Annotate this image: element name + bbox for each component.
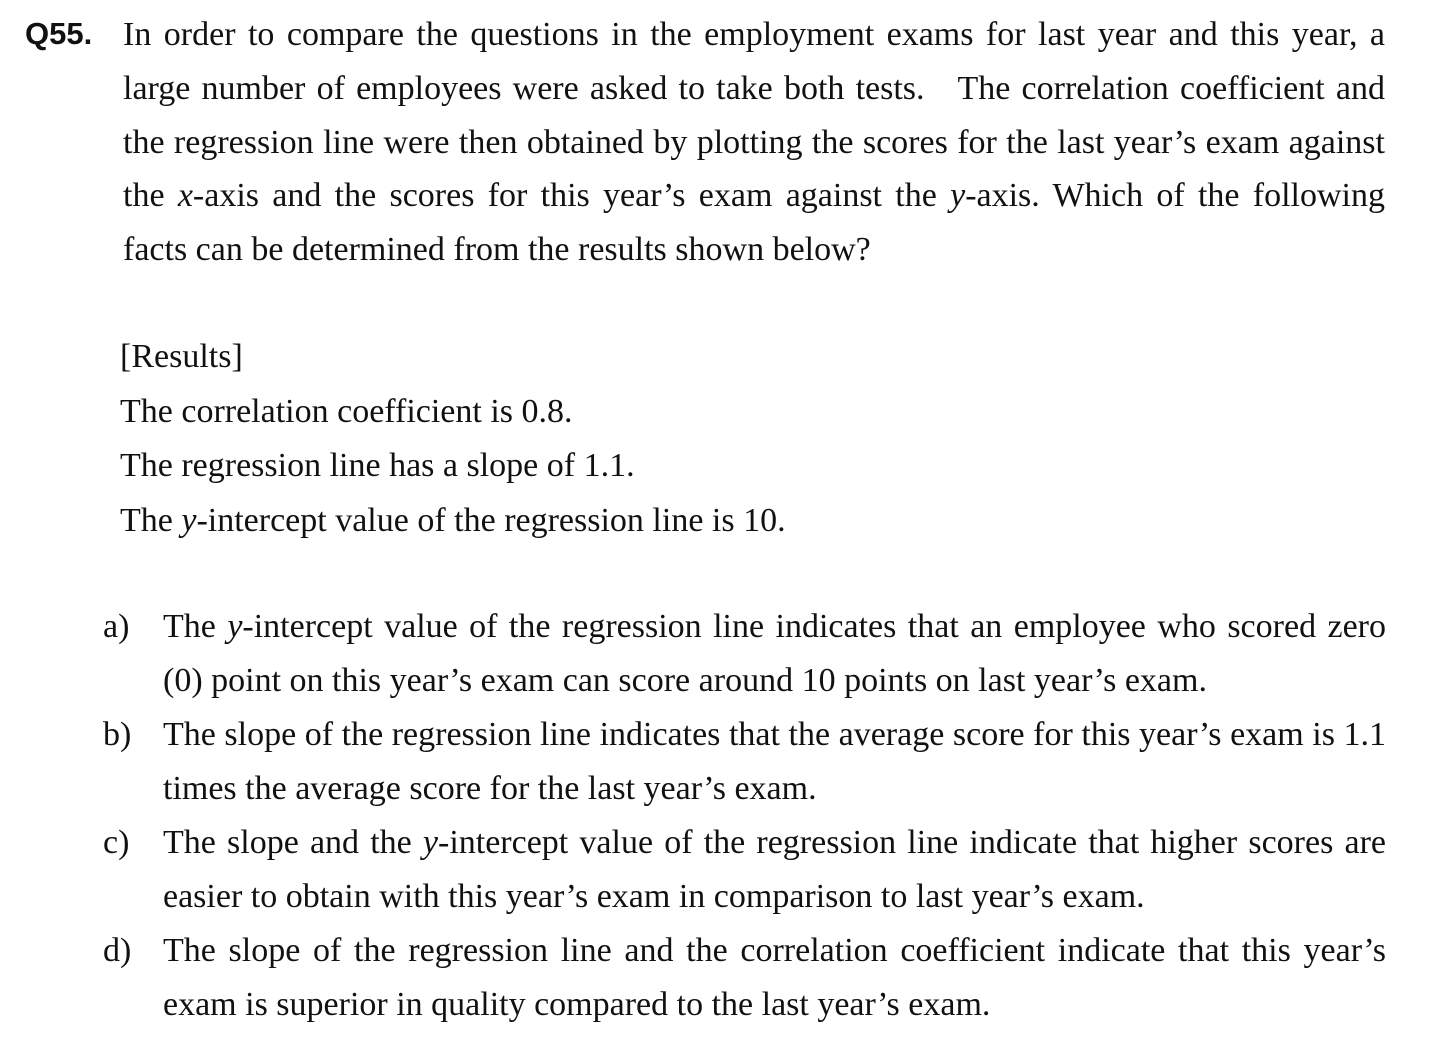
results-intercept: The y-intercept value of the regression …	[120, 494, 1120, 549]
stem-x-variable: x	[177, 177, 193, 215]
option-a-text-post: -intercept value of the regression line …	[163, 608, 1387, 699]
option-a-label: a)	[103, 608, 130, 645]
results-slope: The regression line has a slope of 1.1.	[120, 447, 635, 484]
option-a-variable: y	[227, 608, 243, 645]
results-intercept-pre: The	[120, 501, 182, 539]
option-b-text: The slope of the regression line indicat…	[163, 716, 1386, 807]
question-stem: In order to compare the questions in the…	[123, 8, 1385, 277]
answer-options: a) The y-intercept value of the regressi…	[103, 600, 1386, 1032]
results-intercept-post: -intercept value of the regression line …	[196, 501, 786, 539]
stem-y-variable: y	[950, 177, 966, 215]
option-d-label: d)	[103, 932, 132, 969]
option-a-text-pre: The	[163, 608, 228, 645]
results-block: [Results] The correlation coefficient is…	[120, 330, 1120, 548]
stem-text-2: -axis and the scores for this year’s exa…	[192, 177, 951, 215]
option-d-text: The slope of the regression line and the…	[163, 932, 1386, 1023]
option-a-text: The y-intercept value of the regression …	[163, 600, 1386, 708]
option-c-label: c)	[103, 824, 130, 861]
option-c[interactable]: c) The slope and the y-intercept value o…	[103, 816, 1386, 924]
results-heading: [Results]	[120, 338, 243, 375]
option-d[interactable]: d) The slope of the regression line and …	[103, 924, 1386, 1032]
option-b[interactable]: b) The slope of the regression line indi…	[103, 708, 1386, 816]
option-c-text: The slope and the y-intercept value of t…	[163, 816, 1386, 924]
option-a[interactable]: a) The y-intercept value of the regressi…	[103, 600, 1386, 708]
question-number: Q55.	[25, 16, 93, 51]
option-b-label: b)	[103, 716, 132, 753]
results-intercept-variable: y	[181, 501, 197, 539]
option-c-text-pre: The slope and the	[163, 824, 423, 861]
option-c-variable: y	[422, 824, 438, 861]
results-correlation: The correlation coefficient is 0.8.	[120, 392, 573, 430]
